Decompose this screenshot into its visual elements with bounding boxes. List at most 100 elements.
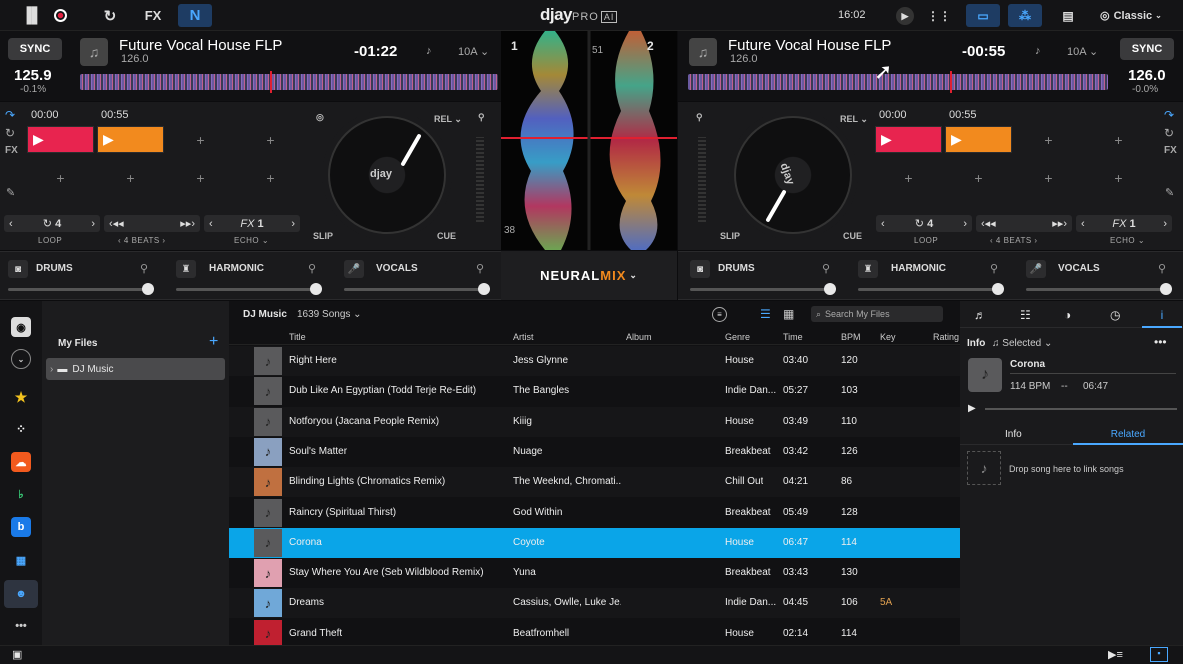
deck-2-rel-mode[interactable]: REL ⌄: [840, 114, 868, 125]
deck-1-pitch-fader[interactable]: [476, 137, 484, 222]
col-bpm[interactable]: BPM: [841, 332, 861, 342]
panel-toggle-icon[interactable]: ▪: [1150, 647, 1168, 662]
neural-mix-button[interactable]: N: [178, 4, 212, 27]
table-row[interactable]: ♪ Right Here Jess Glynne House 03:40 120: [229, 346, 960, 376]
col-key[interactable]: Key: [880, 332, 896, 342]
deck-2-waveform-overview[interactable]: [688, 74, 1108, 90]
deck-2-sync-button[interactable]: SYNC: [1120, 38, 1174, 60]
tidal-icon[interactable]: ⁘: [11, 419, 31, 439]
list-icon[interactable]: ☷: [1020, 308, 1031, 322]
deck-1-drums-knob[interactable]: [142, 283, 154, 295]
pin-icon[interactable]: ⚲: [140, 262, 148, 275]
queue-panel-icon[interactable]: ▶≡: [1108, 648, 1123, 661]
deck-1-loop-control[interactable]: ‹ ↻ 4 ›: [4, 215, 100, 232]
col-time[interactable]: Time: [783, 332, 803, 342]
star-icon[interactable]: ★: [11, 387, 31, 407]
skin-selector[interactable]: ◎ Classic ⌄: [1100, 4, 1174, 27]
filter-icon[interactable]: ≡: [712, 307, 727, 322]
mixer-icon[interactable]: ▐▌: [21, 4, 42, 27]
expand-icon[interactable]: ⌄: [11, 349, 31, 369]
deck-1-harmonic-knob[interactable]: [310, 283, 322, 295]
deck-1-stem-drums[interactable]: ◙ DRUMS ⚲: [8, 260, 158, 296]
deck-2-fx-control[interactable]: ‹ FX 1 ›: [1076, 215, 1172, 232]
table-row[interactable]: ♪ Corona Coyote House 06:47 114: [229, 527, 960, 558]
info-tab-icon[interactable]: i: [1142, 303, 1182, 328]
deck-2-platter[interactable]: djay: [734, 116, 852, 234]
deck-1-cue-pad-3[interactable]: +: [167, 126, 234, 153]
grid-view-icon[interactable]: ▦: [783, 307, 794, 321]
soundcloud-icon[interactable]: ☁: [11, 452, 31, 472]
deck-1-waveform-overview[interactable]: [80, 74, 498, 90]
deck-2-echo-label[interactable]: ECHO ⌄: [1110, 236, 1145, 245]
deck-1-pin-icon[interactable]: ⚲: [478, 112, 485, 123]
deck-1-cue-pad-4[interactable]: +: [237, 126, 304, 153]
preview-play-icon[interactable]: ▶: [968, 403, 976, 414]
automix-icon[interactable]: ◑: [1064, 308, 1071, 322]
table-row[interactable]: ♪ Dreams Cassius, Owlle, Luke Je... Indie D…: [229, 588, 960, 619]
table-row[interactable]: ♪ Soul's Matter Nuage Breakbeat 03:42 126: [229, 437, 960, 467]
deck-1-loop-icon[interactable]: ↷: [5, 108, 15, 122]
table-row[interactable]: ♪ Dub Like An Egyptian (Todd Terje Re-Edi…: [229, 376, 960, 406]
waveform-view-icon[interactable]: ⁂: [1008, 4, 1042, 27]
deck-1-platter[interactable]: djay: [328, 116, 446, 234]
pin-icon[interactable]: ⚲: [1158, 262, 1166, 275]
deck-1-cue-pad-2[interactable]: ▶: [97, 126, 164, 153]
deck-2-vocals-knob[interactable]: [1160, 283, 1172, 295]
play-forward-icon[interactable]: ▶: [896, 7, 914, 25]
pin-icon[interactable]: ⚲: [990, 262, 998, 275]
deck-1-cue-pad-5[interactable]: +: [27, 164, 94, 191]
drop-zone-icon[interactable]: ♪: [967, 451, 1001, 485]
deck-1-cue-pad-8[interactable]: +: [237, 164, 304, 191]
deck-2-cue-pad-4[interactable]: +: [1085, 126, 1152, 153]
search-input[interactable]: ⌕ Search My Files: [811, 306, 943, 322]
my-files-icon[interactable]: ◉: [11, 317, 31, 337]
deck-2-cue-pad-1[interactable]: ▶: [875, 126, 942, 153]
deck-2-loop-control[interactable]: ‹ ↻ 4 ›: [876, 215, 972, 232]
pin-icon[interactable]: ⚲: [822, 262, 830, 275]
deck-2-slip[interactable]: SLIP: [720, 231, 740, 241]
deck-2-beat-jump[interactable]: ‹◂◂ ▸▸›: [976, 215, 1072, 232]
table-row[interactable]: ♪ Raincry (Spiritual Thirst) God Within Bre…: [229, 498, 960, 528]
beatport-icon[interactable]: ♭: [11, 484, 31, 504]
deck-1-settings-icon[interactable]: ◎: [316, 112, 324, 123]
deck-1-fx-side[interactable]: FX: [5, 145, 18, 156]
more-options-icon[interactable]: •••: [1154, 335, 1167, 349]
add-folder-icon[interactable]: +: [209, 333, 218, 351]
deck-1-cue-pad-6[interactable]: +: [97, 164, 164, 191]
deck-2-drums-knob[interactable]: [824, 283, 836, 295]
deck-1-echo-label[interactable]: ECHO ⌄: [234, 236, 269, 245]
deck-2-key[interactable]: 10A ⌄: [1067, 45, 1098, 58]
deck-1-key[interactable]: 10A ⌄: [458, 45, 489, 58]
col-title[interactable]: Title: [289, 332, 306, 342]
deck-2-stem-drums[interactable]: ◙ DRUMS ⚲: [690, 260, 840, 296]
deck-2-pitch-fader[interactable]: [698, 137, 706, 222]
table-row[interactable]: ♪ Notforyou (Jacana People Remix) Kiiig Hou…: [229, 406, 960, 437]
center-waveform[interactable]: 1 2 51 38: [501, 31, 677, 250]
fx-button[interactable]: FX: [140, 4, 166, 27]
sync-loop-icon[interactable]: ↻: [100, 4, 120, 27]
deck-2-cue-pad-2[interactable]: ▶: [945, 126, 1012, 153]
table-row[interactable]: ♪ Blinding Lights (Chromatics Remix) The W…: [229, 467, 960, 498]
library-icon[interactable]: ▤: [1058, 4, 1078, 27]
deck-2-cue-pad-7[interactable]: +: [1015, 164, 1082, 191]
deck-2-cue-pad-6[interactable]: +: [945, 164, 1012, 191]
deck-1-vocals-knob[interactable]: [478, 283, 490, 295]
queue-icon[interactable]: ♬: [974, 308, 986, 322]
deck-1-cue[interactable]: CUE: [437, 231, 456, 241]
neural-mix-toggle[interactable]: NEURAL MIX ⌄: [501, 251, 677, 300]
deck-2-cue-pad-3[interactable]: +: [1015, 126, 1082, 153]
grid-icon[interactable]: ⋮⋮: [927, 4, 951, 27]
col-artist[interactable]: Artist: [513, 332, 534, 342]
deck-1-cue-pad-1[interactable]: ▶: [27, 126, 94, 153]
deck-1-cue-pad-7[interactable]: +: [167, 164, 234, 191]
deck-1-slip[interactable]: SLIP: [313, 231, 333, 241]
deck-1-rel-mode[interactable]: REL ⌄: [434, 114, 462, 125]
col-album[interactable]: Album: [626, 332, 652, 342]
deck-1-sync-button[interactable]: SYNC: [8, 38, 62, 60]
deck-2-cue[interactable]: CUE: [843, 231, 862, 241]
deck-1-pencil-icon[interactable]: ✎: [6, 186, 15, 199]
folder-dj-music[interactable]: › ▬ DJ Music: [46, 358, 225, 380]
deck-1-stem-vocals[interactable]: 🎤 VOCALS ⚲: [344, 260, 494, 296]
preview-scrubber[interactable]: [985, 408, 1177, 410]
song-count[interactable]: 1639 Songs ⌄: [297, 309, 362, 320]
